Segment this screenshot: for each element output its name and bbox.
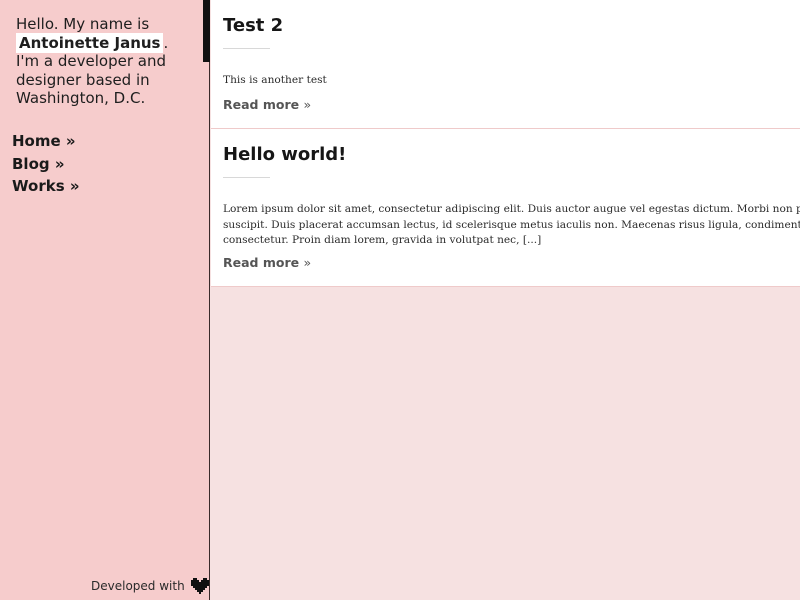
main-content: Test 2 This is another test Read more » … xyxy=(211,0,800,600)
excerpt-line: Lorem ipsum dolor sit amet, consectetur … xyxy=(223,203,800,215)
read-more-suffix: » xyxy=(303,97,312,112)
post-title[interactable]: Test 2 xyxy=(223,15,283,36)
title-divider xyxy=(223,48,270,49)
heart-icon xyxy=(190,578,209,594)
post-card: Test 2 This is another test Read more » xyxy=(211,0,800,129)
sidebar: Hello. My name is Antoinette Janus. I'm … xyxy=(0,0,210,600)
page: Hello. My name is Antoinette Janus. I'm … xyxy=(0,0,800,600)
title-divider xyxy=(223,177,270,178)
excerpt-line: This is another test xyxy=(223,74,327,86)
excerpt-line: consectetur. Proin diam lorem, gravida i… xyxy=(223,234,542,246)
read-more-link[interactable]: Read more » xyxy=(223,255,311,270)
accent-bar xyxy=(203,0,210,62)
read-more-suffix: » xyxy=(303,255,312,270)
read-more-link[interactable]: Read more » xyxy=(223,97,311,112)
nav-item-blog[interactable]: Blog » xyxy=(12,153,80,176)
post-excerpt: This is another test xyxy=(223,73,800,89)
author-name: Antoinette Janus xyxy=(16,32,164,53)
intro-before: Hello. My name is xyxy=(16,15,150,33)
post-excerpt: Lorem ipsum dolor sit amet, consectetur … xyxy=(223,202,800,249)
read-more-label: Read more xyxy=(223,97,300,112)
footer-credit: Developed with xyxy=(91,578,209,594)
post-card: Hello world! Lorem ipsum dolor sit amet,… xyxy=(211,129,800,287)
nav-item-works[interactable]: Works » xyxy=(12,175,80,198)
post-title[interactable]: Hello world! xyxy=(223,144,346,165)
nav-item-home[interactable]: Home » xyxy=(12,130,80,153)
sidebar-nav: Home » Blog » Works » xyxy=(12,130,80,198)
footer-text: Developed with xyxy=(91,579,185,593)
read-more-label: Read more xyxy=(223,255,300,270)
excerpt-line: suscipit. Duis placerat accumsan lectus,… xyxy=(223,218,800,231)
intro-text: Hello. My name is Antoinette Janus. I'm … xyxy=(16,15,196,108)
